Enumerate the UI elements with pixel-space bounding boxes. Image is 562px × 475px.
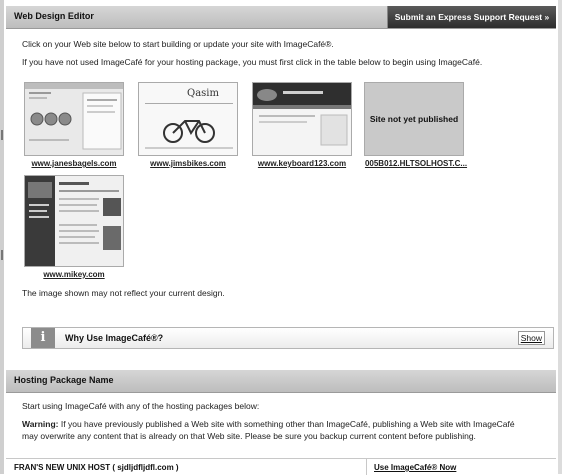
site-link-jimsbikes[interactable]: www.jimsbikes.com: [134, 159, 242, 168]
info-icon: i: [31, 328, 55, 348]
site-link-keyboard123[interactable]: www.keyboard123.com: [248, 159, 356, 168]
site-thumbnail-unpublished[interactable]: Site not yet published: [364, 82, 464, 156]
hosting-warning-line-2: may overwrite any content that is alread…: [22, 431, 476, 441]
site-preview-image: [25, 176, 123, 266]
hosting-warning-line-1: Warning: If you have previously publishe…: [22, 419, 515, 429]
site-logo-text: Qasim: [187, 88, 219, 99]
site-link-janesbagels[interactable]: www.janesbagels.com: [20, 159, 128, 168]
warning-label: Warning:: [22, 419, 59, 429]
warning-text: If you have previously published a Web s…: [58, 419, 515, 429]
site-preview-image: Qasim: [139, 83, 237, 155]
why-use-imagecafe-box[interactable]: i Why Use ImageCafé®? Show: [22, 327, 554, 349]
hosting-package-title: Hosting Package Name: [14, 375, 114, 385]
column-divider: [366, 459, 367, 475]
submit-express-support-button[interactable]: Submit an Express Support Request »: [387, 6, 556, 28]
site-thumbnail-mikey[interactable]: [24, 175, 124, 267]
hosting-package-name: FRAN'S NEW UNIX HOST ( sjdljdfljdfl.com …: [14, 463, 179, 472]
site-preview-image: [253, 83, 351, 155]
use-imagecafe-now-link[interactable]: Use ImageCafé® Now: [374, 463, 456, 472]
edge-marker: [1, 250, 3, 260]
hosting-package-row: FRAN'S NEW UNIX HOST ( sjdljdfljdfl.com …: [6, 458, 556, 475]
intro-text-2: If you have not used ImageCafé for your …: [22, 57, 483, 67]
site-thumbnail-janesbagels[interactable]: [24, 82, 124, 156]
left-window-edge: [0, 0, 4, 474]
design-disclaimer: The image shown may not reflect your cur…: [22, 288, 225, 298]
site-thumbnail-keyboard123[interactable]: [252, 82, 352, 156]
site-link-hltsolhost[interactable]: 005B012.HLTSOLHOST.C...: [360, 159, 472, 168]
right-scroll-edge[interactable]: [558, 0, 562, 474]
why-use-imagecafe-label: Why Use ImageCafé®?: [65, 333, 164, 343]
hosting-package-header: Hosting Package Name: [6, 370, 556, 393]
web-design-editor-header: Web Design Editor Submit an Express Supp…: [6, 6, 556, 29]
site-preview-image: [25, 83, 123, 155]
show-link[interactable]: Show: [517, 331, 545, 345]
site-link-mikey[interactable]: www.mikey.com: [20, 270, 128, 279]
hosting-start-text: Start using ImageCafé with any of the ho…: [22, 401, 260, 411]
intro-text: Click on your Web site below to start bu…: [22, 39, 334, 49]
web-design-editor-title: Web Design Editor: [14, 11, 94, 21]
site-thumbnail-jimsbikes[interactable]: Qasim: [138, 82, 238, 156]
edge-marker: [1, 130, 3, 140]
site-not-published-placeholder: Site not yet published: [365, 83, 463, 155]
